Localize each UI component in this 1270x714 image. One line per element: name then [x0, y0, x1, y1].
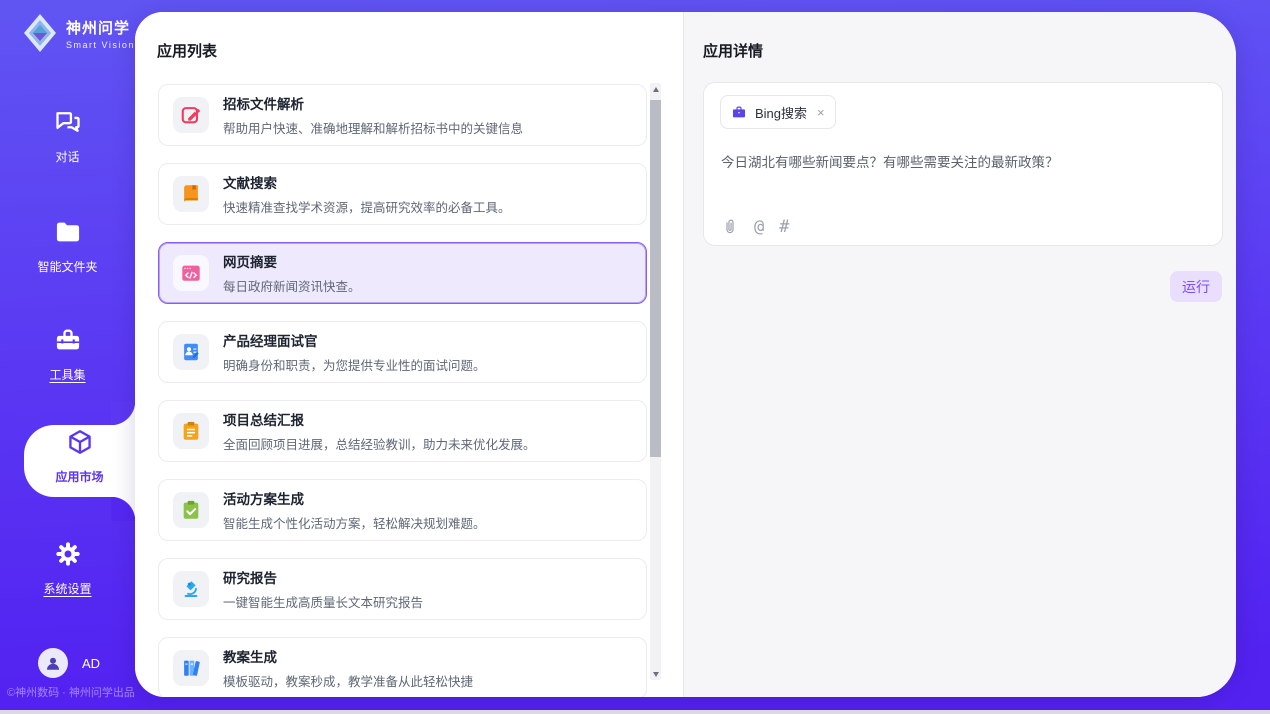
query-text[interactable]: 今日湖北有哪些新闻要点？有哪些需要关注的最新政策？ [721, 151, 1206, 171]
app-card-desc: 每日政府新闻资讯快查。 [223, 276, 361, 295]
book-icon [173, 176, 209, 212]
sidebar-item-1[interactable]: 对话 [0, 108, 135, 165]
app-card-2[interactable]: 文献搜索快速精准查找学术资源，提高研究效率的必备工具。 [158, 163, 647, 225]
app-card-title: 教案生成 [223, 646, 473, 666]
sidebar-item-label: 应用市场 [55, 468, 103, 485]
user-icon [44, 654, 62, 672]
sidebar-item-5[interactable]: 系统设置 [0, 540, 135, 597]
sidebar-item-label: 智能文件夹 [37, 258, 97, 275]
sidebar-item-3[interactable]: 工具集 [0, 326, 135, 383]
app-card-title: 产品经理面试官 [223, 330, 486, 350]
scroll-up-arrow[interactable] [650, 83, 661, 95]
app-card-5[interactable]: 项目总结汇报全面回顾项目进展，总结经验教训，助力未来优化发展。 [158, 400, 647, 462]
plan-check-icon [173, 492, 209, 528]
app-detail-title: 应用详情 [703, 40, 763, 61]
app-card-desc: 明确身份和职责，为您提供专业性的面试问题。 [223, 355, 486, 374]
clipboard-icon [173, 413, 209, 449]
app-card-desc: 模板驱动，教案秒成，教学准备从此轻松快捷 [223, 671, 473, 690]
app-card-1[interactable]: 招标文件解析帮助用户快速、准确地理解和解析招标书中的关键信息 [158, 84, 647, 146]
app-card-desc: 一键智能生成高质量长文本研究报告 [223, 592, 423, 611]
avatar [38, 648, 68, 678]
sidebar-item-2[interactable]: 智能文件夹 [0, 218, 135, 275]
cube-icon [66, 428, 94, 461]
app-card-desc: 全面回顾项目进展，总结经验教训，助力未来优化发展。 [223, 434, 536, 453]
user-name: AD [82, 656, 100, 671]
books-icon [173, 650, 209, 686]
run-button[interactable]: 运行 [1170, 271, 1222, 302]
brand-subtitle: Smart Vision [66, 40, 135, 50]
app-card-desc: 智能生成个性化活动方案，轻松解决规划难题。 [223, 513, 486, 532]
sidebar: 神州问学 Smart Vision 对话智能文件夹工具集应用市场系统设置 AD … [0, 0, 135, 714]
scrollbar[interactable] [650, 83, 661, 680]
bid-doc-icon [173, 97, 209, 133]
app-card-6[interactable]: 活动方案生成智能生成个性化活动方案，轻松解决规划难题。 [158, 479, 647, 541]
attach-icon[interactable] [721, 218, 739, 236]
app-card-title: 项目总结汇报 [223, 409, 536, 429]
window-bottom-edge [0, 710, 1270, 714]
tool-tag-label: Bing搜索 [755, 103, 807, 122]
app-card-7[interactable]: 研究报告一键智能生成高质量长文本研究报告 [158, 558, 647, 620]
folder-icon [54, 218, 82, 251]
tool-tag-bing[interactable]: Bing搜索 × [720, 95, 836, 129]
app-card-title: 活动方案生成 [223, 488, 486, 508]
briefcase-icon [731, 104, 747, 120]
sidebar-item-label: 对话 [55, 148, 79, 165]
chat-icon [54, 108, 82, 141]
app-list: 招标文件解析帮助用户快速、准确地理解和解析招标书中的关键信息文献搜索快速精准查找… [158, 84, 647, 697]
app-list-panel: 应用列表 招标文件解析帮助用户快速、准确地理解和解析招标书中的关键信息文献搜索快… [135, 12, 683, 697]
prompt-composer: Bing搜索 × 今日湖北有哪些新闻要点？有哪些需要关注的最新政策？ @ # [703, 82, 1223, 246]
sidebar-item-label: 系统设置 [43, 580, 91, 597]
app-card-title: 招标文件解析 [223, 93, 523, 113]
copyright-footer: ©神州数码 · 神州问学出品 [7, 684, 135, 700]
interview-icon [173, 334, 209, 370]
app-list-title: 应用列表 [157, 40, 217, 61]
app-card-title: 文献搜索 [223, 172, 511, 192]
app-card-title: 研究报告 [223, 567, 423, 587]
main-content: 应用列表 招标文件解析帮助用户快速、准确地理解和解析招标书中的关键信息文献搜索快… [135, 12, 1236, 697]
tag-close-icon[interactable]: × [817, 106, 825, 119]
hash-icon[interactable]: # [779, 217, 789, 237]
app-card-desc: 帮助用户快速、准确地理解和解析招标书中的关键信息 [223, 118, 523, 137]
sidebar-item-4[interactable]: 应用市场 [24, 428, 135, 485]
user-account[interactable]: AD [38, 648, 100, 678]
gear-icon [54, 540, 82, 573]
toolbox-icon [54, 326, 82, 359]
app-card-3[interactable]: 网页摘要每日政府新闻资讯快查。 [158, 242, 647, 304]
sidebar-item-label: 工具集 [49, 366, 85, 383]
brand-name: 神州问学 [66, 17, 135, 38]
scroll-down-arrow[interactable] [650, 668, 661, 680]
app-logo: 神州问学 Smart Vision [22, 12, 135, 54]
app-card-4[interactable]: 产品经理面试官明确身份和职责，为您提供专业性的面试问题。 [158, 321, 647, 383]
app-card-title: 网页摘要 [223, 251, 361, 271]
brand-diamond-icon [22, 12, 58, 54]
app-card-8[interactable]: 教案生成模板驱动，教案秒成，教学准备从此轻松快捷 [158, 637, 647, 697]
app-detail-panel: 应用详情 Bing搜索 × 今日湖北有哪些新闻要点？有哪些需要关注的最新政策？ … [683, 12, 1236, 697]
scrollbar-thumb[interactable] [650, 100, 661, 457]
app-card-desc: 快速精准查找学术资源，提高研究效率的必备工具。 [223, 197, 511, 216]
webpage-icon [173, 255, 209, 291]
mention-icon[interactable]: @ [754, 217, 764, 237]
microscope-icon [173, 571, 209, 607]
